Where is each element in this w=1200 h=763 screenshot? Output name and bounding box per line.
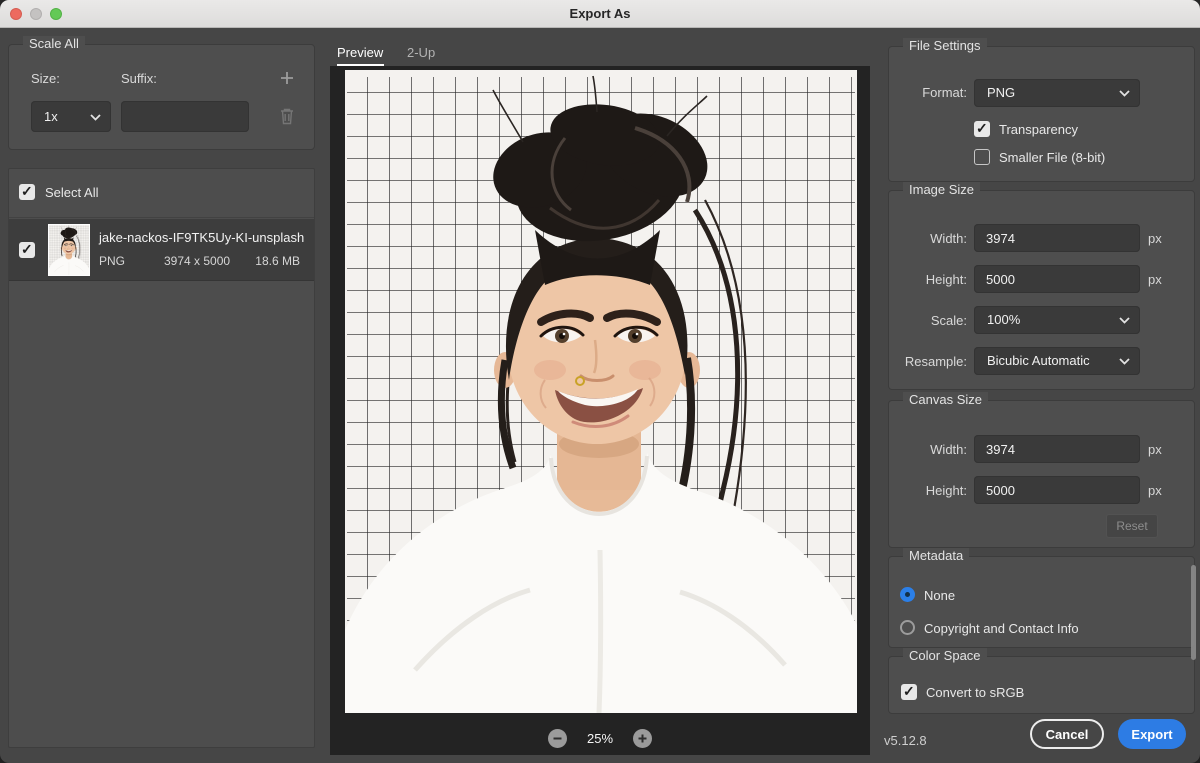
tab-preview[interactable]: Preview [337,45,383,60]
smaller-file-checkbox[interactable] [974,149,990,165]
scale-select[interactable]: 100% [974,306,1140,334]
canvas-width-input[interactable] [974,435,1140,463]
add-scale-icon[interactable] [276,67,298,89]
transparency-checkbox[interactable] [974,121,990,137]
smaller-file-label: Smaller File (8-bit) [999,150,1105,165]
preview-image[interactable] [345,70,857,713]
format-select[interactable]: PNG [974,79,1140,107]
canvas-size-group: Canvas Size Width: px Height: px Reset [888,400,1195,548]
canvas-height-label: Height: [889,483,967,498]
convert-srgb-checkbox[interactable] [901,684,917,700]
resample-label: Resample: [889,354,967,369]
metadata-none-label: None [924,588,955,603]
image-width-unit: px [1148,231,1162,246]
cancel-button[interactable]: Cancel [1030,719,1104,749]
canvas-size-legend: Canvas Size [903,392,988,407]
file-format: PNG [99,254,125,268]
title-bar: Export As [0,0,1200,28]
scale-label: Scale: [889,313,967,328]
file-row[interactable]: jake-nackos-IF9TK5Uy-KI-unsplash PNG 397… [9,219,314,281]
color-space-group: Color Space Convert to sRGB [888,656,1195,714]
canvas-height-wrap [974,476,1140,504]
image-height-input[interactable] [974,265,1140,293]
chevron-down-icon [1119,79,1130,107]
select-all-row[interactable]: Select All [9,169,314,218]
transparency-label: Transparency [999,122,1078,137]
image-size-legend: Image Size [903,182,980,197]
suffix-input[interactable] [121,101,249,132]
file-thumbnail [49,225,89,275]
suffix-label: Suffix: [121,71,157,86]
metadata-legend: Metadata [903,548,969,563]
version-text: v5.12.8 [884,733,927,748]
export-file-list: Select All jake-nackos-IF9TK5Uy-KI-unspl… [8,168,315,748]
image-width-wrap [974,224,1140,252]
scale-size-select[interactable]: 1x [31,101,111,132]
file-settings-legend: File Settings [903,38,987,53]
canvas-height-input[interactable] [974,476,1140,504]
file-name: jake-nackos-IF9TK5Uy-KI-unsplash [99,230,304,245]
format-label: Format: [889,85,967,100]
scale-value: 100% [987,306,1119,334]
color-space-legend: Color Space [903,648,987,663]
canvas-width-unit: px [1148,442,1162,457]
file-size: 18.6 MB [255,254,300,268]
resample-value: Bicubic Automatic [987,347,1119,375]
select-all-checkbox[interactable] [19,184,35,200]
image-size-group: Image Size Width: px Height: px Scale: 1… [888,190,1195,390]
tab-2up[interactable]: 2-Up [407,45,435,60]
select-all-label: Select All [45,185,98,200]
image-height-unit: px [1148,272,1162,287]
image-width-label: Width: [889,231,967,246]
preview-canvas: 25% [330,66,870,755]
dialog-title: Export As [0,6,1200,21]
export-as-dialog: Export As Scale All Size: Suffix: 1x Sel… [0,0,1200,763]
zoom-in-icon[interactable] [633,729,652,748]
metadata-none-radio[interactable] [900,587,915,602]
delete-scale-icon [276,103,298,129]
convert-srgb-label: Convert to sRGB [926,685,1024,700]
image-width-input[interactable] [974,224,1140,252]
file-dimensions: 3974 x 5000 [164,254,230,268]
image-height-label: Height: [889,272,967,287]
canvas-width-label: Width: [889,442,967,457]
chevron-down-icon [1119,347,1130,375]
file-checkbox[interactable] [19,242,35,258]
zoom-level: 25% [587,731,613,746]
reset-button[interactable]: Reset [1106,514,1158,538]
image-height-wrap [974,265,1140,293]
size-label: Size: [31,71,60,86]
chevron-down-icon [1119,306,1130,334]
chevron-down-icon [90,109,101,124]
resample-select[interactable]: Bicubic Automatic [974,347,1140,375]
format-value: PNG [987,79,1119,107]
zoom-out-icon[interactable] [548,729,567,748]
zoom-bar: 25% [330,729,870,748]
panel-scrollbar[interactable] [1191,565,1196,660]
file-settings-group: File Settings Format: PNG Transparency S… [888,46,1195,182]
metadata-copyright-label: Copyright and Contact Info [924,621,1079,636]
metadata-copyright-radio[interactable] [900,620,915,635]
canvas-width-wrap [974,435,1140,463]
export-button[interactable]: Export [1118,719,1186,749]
suffix-field-wrap [121,101,249,132]
canvas-height-unit: px [1148,483,1162,498]
metadata-group: Metadata None Copyright and Contact Info [888,556,1195,648]
scale-all-legend: Scale All [23,36,85,51]
scale-size-value: 1x [44,109,90,124]
scale-all-group: Scale All Size: Suffix: 1x [8,44,315,150]
